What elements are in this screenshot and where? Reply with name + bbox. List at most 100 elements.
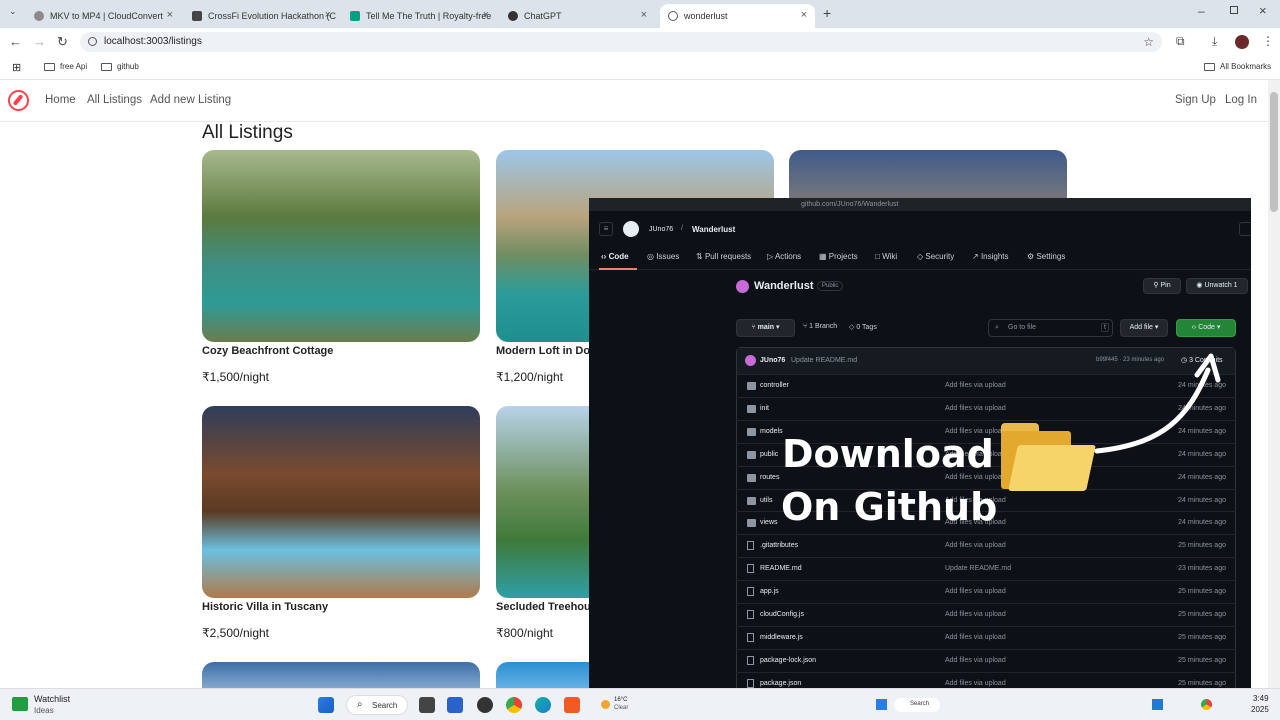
repo-name-breadcrumb[interactable]: Wanderlust [692,225,735,234]
reload-icon[interactable]: ↻ [57,34,68,50]
add-file-button[interactable]: Add file ▾ [1120,319,1168,337]
tab-insights[interactable]: ↗ Insights [972,252,1009,261]
github-search-icon[interactable] [1239,222,1251,236]
brave-icon[interactable] [564,697,580,713]
branch-selector[interactable]: ⑂ main ▾ [736,319,795,337]
file-name[interactable]: app.js [760,588,779,595]
github-logo-icon[interactable] [623,221,639,237]
file-row[interactable]: cloudConfig.js Add files via upload 25 min… [736,603,1236,626]
chrome-icon[interactable] [506,697,522,713]
listing-title[interactable]: Secluded Treehou [496,601,591,613]
listing-title[interactable]: Modern Loft in Dow [496,345,599,357]
file-row[interactable]: README.md Update README.md 23 minutes ago [736,557,1236,580]
close-tab-icon[interactable]: × [325,9,331,21]
commit-message[interactable]: Update README.md [791,357,857,364]
bookmark-star-icon[interactable]: ☆ [1143,32,1154,52]
file-name[interactable]: controller [760,382,789,389]
file-commit-message[interactable]: Add files via upload [945,542,1006,549]
tab-pull-requests[interactable]: ⇅ Pull requests [696,252,751,261]
file-row[interactable]: middleware.js Add files via upload 25 minu… [736,625,1236,649]
windows-start-icon[interactable] [318,697,334,713]
vscode-icon[interactable] [1152,699,1163,710]
file-name[interactable]: models [760,428,783,435]
forward-icon[interactable]: → [33,34,46,49]
minimize-icon[interactable]: – [1198,4,1205,18]
file-row[interactable]: app.js Add files via upload 25 minutes ago [736,580,1236,603]
commit-author[interactable]: JUno76 [760,357,785,364]
tab-actions[interactable]: ▷ Actions [767,252,801,261]
taskbar-search[interactable]: Search [894,698,940,712]
menu-icon[interactable]: ⋮ [1262,34,1274,48]
store-icon[interactable] [447,697,463,713]
nav-add-listing[interactable]: Add new Listing [150,94,231,106]
file-commit-message[interactable]: Add files via upload [945,588,1006,595]
file-commit-message[interactable]: Add files via upload [945,657,1006,664]
scrollbar-thumb[interactable] [1270,92,1278,212]
tab-crossfi[interactable]: CrossFi Evolution Hackathon (C × [184,4,339,28]
tab-wonderlust[interactable]: wonderlust × [660,4,815,28]
edge-icon[interactable] [535,697,551,713]
windows-start-icon[interactable] [876,699,887,710]
tab-issues[interactable]: ◎ Issues [647,252,679,261]
hamburger-icon[interactable]: ≡ [599,222,613,236]
tab-wiki[interactable]: □ Wiki [875,252,897,261]
watchlist-label[interactable]: Watchlist [34,694,70,704]
file-name[interactable]: package.json [760,680,801,687]
stocks-icon[interactable] [12,697,28,711]
file-name[interactable]: public [760,451,778,458]
profile-avatar[interactable] [1235,35,1249,49]
tab-pixabay[interactable]: Tell Me The Truth | Royalty-free × [342,4,497,28]
tags-link[interactable]: ◇ 0 Tags [849,323,877,331]
listing-image[interactable] [202,406,480,598]
tab-projects[interactable]: ▦ Projects [819,252,858,261]
file-row[interactable]: package-lock.json Add files via upload 25 … [736,648,1236,672]
nav-all-listings[interactable]: All Listings [87,94,142,106]
code-button[interactable]: ‹› Code ▾ [1176,319,1236,337]
taskbar-search[interactable]: ⌕ Search [346,695,408,715]
close-window-icon[interactable]: × [1259,3,1267,18]
close-tab-icon[interactable]: × [641,9,647,21]
file-name[interactable]: README.md [760,565,802,572]
file-commit-message[interactable]: Add files via upload [945,634,1006,641]
close-tab-icon[interactable]: × [483,9,489,21]
file-name[interactable]: cloudConfig.js [760,611,804,618]
file-commit-message[interactable]: Add files via upload [945,382,1006,389]
listing-image[interactable] [202,150,480,342]
nav-sign-up[interactable]: Sign Up [1175,94,1216,106]
new-tab-icon[interactable]: + [823,5,831,21]
clock-time[interactable]: 3:49 [1253,694,1269,703]
task-view-icon[interactable] [419,697,435,713]
listing-title[interactable]: Historic Villa in Tuscany [202,601,328,613]
file-name[interactable]: package-lock.json [760,657,816,664]
file-row[interactable]: .gitattributes Add files via upload 25 min… [736,534,1236,557]
file-name[interactable]: utils [760,497,772,504]
tab-code[interactable]: ‹› Code [601,252,629,261]
listing-title[interactable]: Cozy Beachfront Cottage [202,345,333,357]
maximize-icon[interactable] [1230,6,1238,14]
nav-home[interactable]: Home [45,94,76,106]
tab-chatgpt[interactable]: ChatGPT × [500,4,655,28]
tab-security[interactable]: ◇ Security [917,252,954,261]
tab-settings[interactable]: ⚙ Settings [1027,252,1065,261]
bookmark-free-api[interactable]: free Api [44,62,87,71]
dell-icon[interactable] [477,697,493,713]
compass-icon[interactable] [8,90,29,111]
file-name[interactable]: init [760,405,769,412]
close-tab-icon[interactable]: × [801,9,807,21]
chrome-icon[interactable] [1201,699,1212,710]
address-bar[interactable]: localhost:3003/listings ☆ [80,32,1162,52]
file-commit-message[interactable]: Add files via upload [945,405,1006,412]
site-info-icon[interactable] [88,37,97,46]
file-name[interactable]: views [760,519,778,526]
apps-icon[interactable]: ⊞ [12,61,21,74]
tab-cloudconvert[interactable]: MKV to MP4 | CloudConvert × [26,4,181,28]
file-commit-message[interactable]: Update README.md [945,565,1011,572]
close-tab-icon[interactable]: × [167,9,173,21]
file-name[interactable]: routes [760,474,779,481]
file-commit-message[interactable]: Add files via upload [945,680,1006,687]
tab-search-icon[interactable]: ⌄ [9,6,17,17]
download-icon[interactable]: ⤓ [1212,34,1217,49]
file-commit-message[interactable]: Add files via upload [945,611,1006,618]
all-bookmarks[interactable]: All Bookmarks [1204,62,1271,71]
bookmark-github[interactable]: github [101,62,139,71]
